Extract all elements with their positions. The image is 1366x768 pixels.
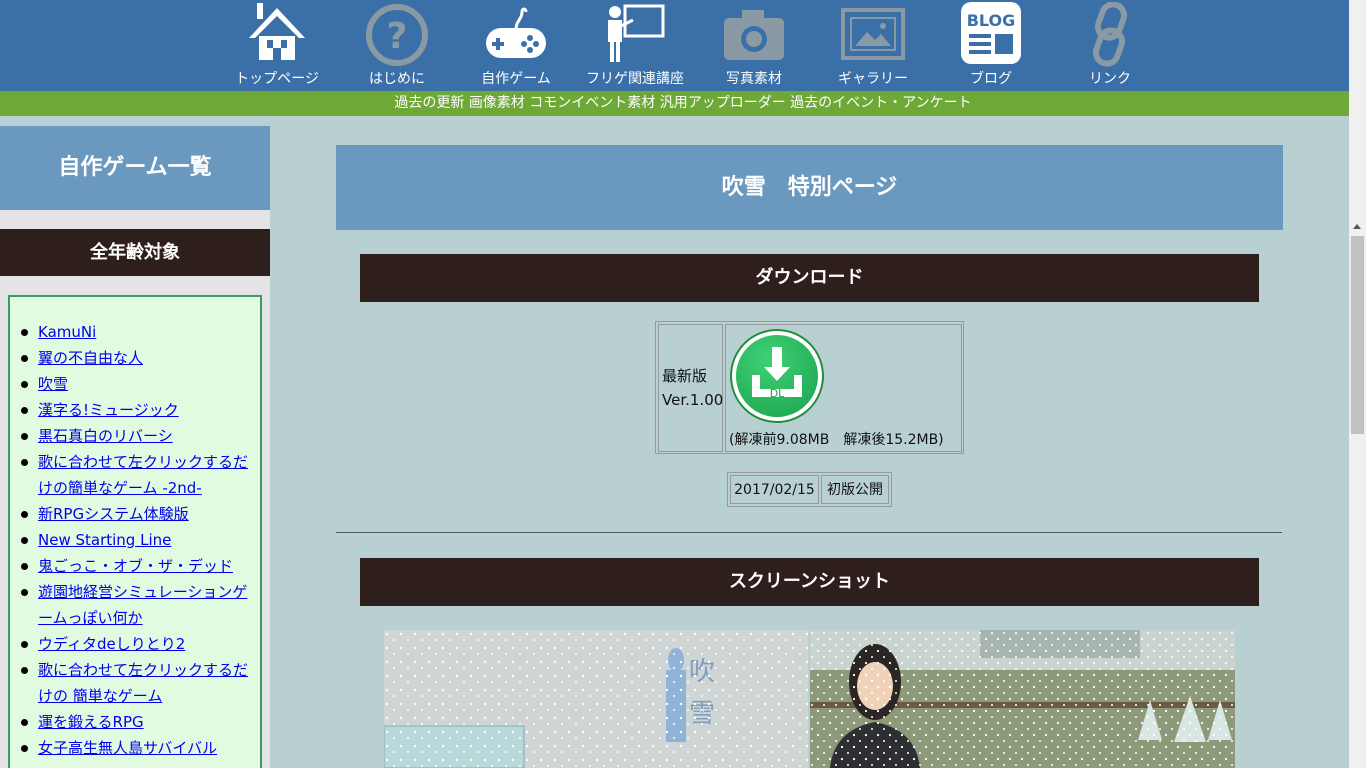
game-link[interactable]: 歌に合わせて左クリックするだけの簡単なゲーム -2nd-	[38, 453, 248, 497]
nav-label: はじめに	[369, 71, 425, 87]
download-table: 最新版 Ver.1.00 DL (解凍前9.08MB 解凍後15.2MB)	[655, 321, 964, 454]
sidebar-category-heading: 全年齢対象	[0, 229, 270, 276]
page-title: 吹雪 特別ページ	[336, 145, 1283, 230]
download-button-face: DL	[736, 335, 818, 417]
download-icon: DL	[752, 347, 802, 400]
list-item: 歌に合わせて左クリックするだけの 簡単なゲーム	[21, 657, 258, 709]
release-note: 初版公開	[821, 475, 889, 504]
list-item: 翼の不自由な人	[21, 345, 258, 371]
release-date: 2017/02/15	[730, 475, 819, 504]
subnav-link-past-events[interactable]: 過去のイベント・アンケート	[790, 95, 971, 111]
game-list: KamuNi 翼の不自由な人 吹雪 漢字る!ミュージック 黒石真白のリバーシ 歌…	[21, 319, 258, 761]
version-label: 最新版	[662, 367, 708, 385]
list-item: 女子高生無人島サバイバル	[21, 735, 258, 761]
download-button[interactable]: DL	[730, 329, 824, 423]
nav-item-top-page[interactable]: トップページ	[218, 0, 336, 91]
camera-icon	[724, 10, 784, 60]
nav-item-blog[interactable]: BLOG ブログ	[932, 0, 1050, 91]
release-table: 2017/02/15 初版公開	[727, 472, 892, 507]
game-link[interactable]: 鬼ごっこ・オブ・ザ・デッド	[38, 557, 233, 575]
nav-label: フリゲ関連講座	[586, 71, 684, 87]
top-navigation: トップページ ? はじめに 自作ゲーム フリゲ関連講座 写真素材 ギャラリー B…	[0, 0, 1366, 91]
question-icon: ?	[366, 4, 428, 66]
nav-item-intro[interactable]: ? はじめに	[338, 0, 456, 91]
nav-label: 写真素材	[726, 71, 782, 87]
scroll-thumb[interactable]	[1351, 236, 1364, 434]
sidebar-title: 自作ゲーム一覧	[0, 126, 270, 210]
game-link[interactable]: 黒石真白のリバーシ	[38, 427, 173, 445]
sub-navigation: 過去の更新 画像素材 コモンイベント素材 汎用アップローダー 過去のイベント・ア…	[0, 91, 1366, 116]
list-item: 歌に合わせて左クリックするだけの簡単なゲーム -2nd-	[21, 449, 258, 501]
subnav-link-uploader[interactable]: 汎用アップローダー	[660, 95, 786, 111]
nav-item-photos[interactable]: 写真素材	[695, 0, 813, 91]
list-item: 黒石真白のリバーシ	[21, 423, 258, 449]
screenshot-heading: スクリーンショット	[360, 558, 1259, 606]
game-link[interactable]: 歌に合わせて左クリックするだけの 簡単なゲーム	[38, 661, 248, 705]
page-scrollbar[interactable]	[1349, 0, 1366, 768]
nav-label: 自作ゲーム	[481, 71, 551, 87]
list-item: 遊園地経営シミュレーションゲームっぽい何か	[21, 579, 258, 631]
sidebar: 自作ゲーム一覧 全年齢対象 KamuNi 翼の不自由な人 吹雪 漢字る!ミュージ…	[0, 126, 270, 768]
game-link[interactable]: 漢字る!ミュージック	[38, 401, 179, 419]
list-item: ウディタdeしりとり2	[21, 631, 258, 657]
subnav-link-images[interactable]: 画像素材	[469, 95, 525, 111]
svg-text:?: ?	[387, 16, 408, 57]
list-item: 新RPGシステム体験版	[21, 501, 258, 527]
subnav-link-updates[interactable]: 過去の更新	[394, 95, 464, 111]
picture-frame-icon	[841, 8, 905, 60]
list-item: KamuNi	[21, 319, 258, 345]
screenshot-gameplay	[810, 630, 1235, 768]
screenshot-gameplay-image	[810, 630, 1235, 768]
divider	[336, 532, 1282, 533]
game-link[interactable]: ウディタdeしりとり2	[38, 635, 185, 653]
screenshot-title-image: 吹 雪	[384, 630, 808, 768]
teacher-icon	[608, 4, 665, 62]
game-link[interactable]: 翼の不自由な人	[38, 349, 143, 367]
download-button-text: DL	[770, 387, 785, 400]
list-item: 吹雪	[21, 371, 258, 397]
game-link[interactable]: New Starting Line	[38, 531, 171, 549]
game-link[interactable]: 吹雪	[38, 375, 68, 393]
gamepad-icon	[486, 7, 546, 58]
blog-icon-text: BLOG	[967, 11, 1016, 30]
download-heading: ダウンロード	[360, 254, 1259, 302]
game-link[interactable]: 遊園地経営シミュレーションゲームっぽい何か	[38, 583, 247, 627]
game-link[interactable]: 女子高生無人島サバイバル	[38, 739, 217, 757]
nav-label: ブログ	[970, 71, 1012, 87]
nav-item-gallery[interactable]: ギャラリー	[814, 0, 932, 91]
subnav-link-common-events[interactable]: コモンイベント素材	[529, 95, 655, 111]
screenshot-title: 吹 雪	[384, 630, 808, 768]
blog-icon: BLOG	[961, 2, 1021, 64]
list-item: 漢字る!ミュージック	[21, 397, 258, 423]
download-cell: DL (解凍前9.08MB 解凍後15.2MB)	[725, 324, 962, 452]
game-link[interactable]: 新RPGシステム体験版	[38, 505, 189, 523]
link-icon	[1092, 2, 1128, 67]
scroll-up-arrow[interactable]	[1353, 224, 1361, 229]
list-item: New Starting Line	[21, 527, 258, 553]
nav-label: リンク	[1089, 71, 1131, 87]
game-list-box: KamuNi 翼の不自由な人 吹雪 漢字る!ミュージック 黒石真白のリバーシ 歌…	[8, 295, 262, 768]
version-number: Ver.1.00	[662, 391, 724, 409]
file-size-text: (解凍前9.08MB 解凍後15.2MB)	[729, 432, 944, 448]
list-item: 運を鍛えるRPG	[21, 709, 258, 735]
game-link[interactable]: 運を鍛えるRPG	[38, 713, 144, 731]
nav-label: トップページ	[235, 71, 319, 87]
house-icon	[249, 3, 305, 60]
version-cell: 最新版 Ver.1.00	[658, 324, 723, 452]
nav-item-lectures[interactable]: フリゲ関連講座	[576, 0, 694, 91]
game-link[interactable]: KamuNi	[38, 323, 96, 341]
nav-label: ギャラリー	[838, 71, 908, 87]
nav-item-links[interactable]: リンク	[1051, 0, 1169, 91]
list-item: 鬼ごっこ・オブ・ザ・デッド	[21, 553, 258, 579]
nav-item-games[interactable]: 自作ゲーム	[457, 0, 575, 91]
